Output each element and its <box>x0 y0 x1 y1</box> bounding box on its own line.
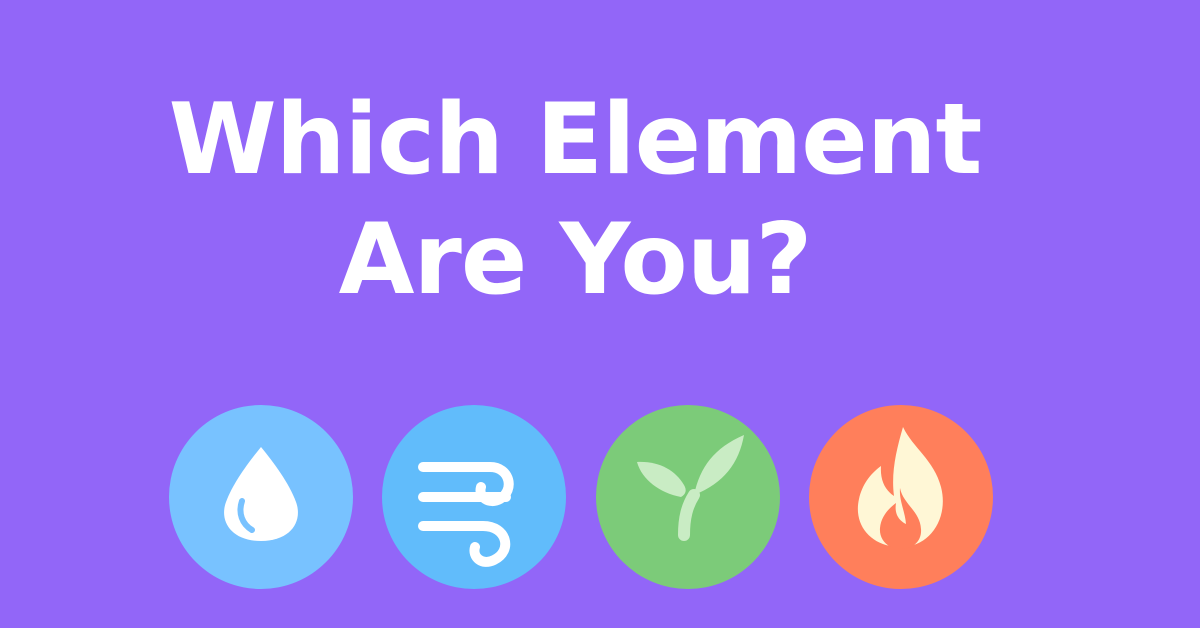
wind-icon <box>382 405 566 589</box>
water-drop-icon <box>169 405 353 589</box>
headline-line-1: Which Element <box>168 83 983 197</box>
air-element-badge <box>382 405 566 589</box>
headline-line-2: Are You? <box>338 203 813 317</box>
flame-icon <box>809 405 993 589</box>
water-element-badge <box>169 405 353 589</box>
earth-element-badge <box>596 405 780 589</box>
sprout-icon <box>596 405 780 589</box>
fire-element-badge <box>809 405 993 589</box>
quiz-banner: Which Element Are You? <box>0 0 1200 628</box>
